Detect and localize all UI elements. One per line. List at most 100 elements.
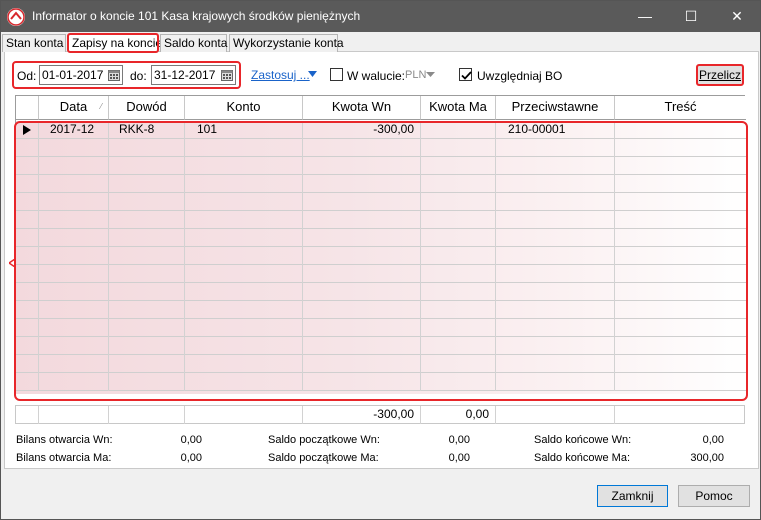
empty-cell <box>615 247 746 265</box>
chevron-down-icon[interactable] <box>426 72 435 77</box>
cell-przeciwstawne[interactable]: 210-00001 <box>496 121 615 139</box>
calendar-icon[interactable] <box>221 69 233 81</box>
bilans-wn-label: Bilans otwarcia Wn: <box>16 434 113 446</box>
bilans-ma-label: Bilans otwarcia Ma: <box>16 452 112 464</box>
empty-cell <box>39 301 109 319</box>
window-title: Informator o koncie 101 Kasa krajowych ś… <box>32 9 361 23</box>
empty-cell <box>496 283 615 301</box>
cell-dowod[interactable]: RKK-8 <box>109 121 185 139</box>
empty-cell <box>109 337 185 355</box>
cell-konto[interactable]: 101 <box>185 121 303 139</box>
empty-cell <box>421 355 496 373</box>
empty-cell <box>303 373 421 391</box>
empty-cell <box>109 355 185 373</box>
recalculate-button[interactable]: Przelicz <box>696 64 744 86</box>
empty-cell <box>303 265 421 283</box>
empty-cell <box>185 283 303 301</box>
empty-cell <box>39 175 109 193</box>
empty-cell <box>185 247 303 265</box>
empty-cell <box>421 193 496 211</box>
empty-cell <box>185 229 303 247</box>
empty-cell <box>615 319 746 337</box>
empty-cell <box>303 247 421 265</box>
column-header-tresc[interactable]: Treść <box>615 96 746 120</box>
cell-tresc[interactable] <box>615 121 746 139</box>
chevron-down-icon[interactable] <box>308 71 317 77</box>
empty-cell <box>303 337 421 355</box>
empty-cell <box>185 373 303 391</box>
column-header-przeciwstawne[interactable]: Przeciwstawne <box>496 96 615 120</box>
empty-cell <box>16 139 39 157</box>
empty-cell <box>39 319 109 337</box>
empty-cell <box>39 355 109 373</box>
empty-cell <box>39 211 109 229</box>
empty-cell <box>185 319 303 337</box>
empty-cell <box>185 355 303 373</box>
empty-cell <box>421 229 496 247</box>
empty-cell <box>16 355 39 373</box>
empty-cell <box>615 337 746 355</box>
include-bo-checkbox[interactable] <box>459 68 472 81</box>
column-header-data[interactable]: Data ⁄ <box>39 96 109 120</box>
saldo-pocz-wn-value: 0,00 <box>448 434 470 446</box>
empty-row <box>16 157 746 175</box>
close-button[interactable]: Zamknij <box>597 485 668 507</box>
empty-cell <box>615 265 746 283</box>
date-from-field[interactable] <box>39 65 123 85</box>
totals-spacer <box>496 406 615 424</box>
table-row[interactable]: 2017-12 RKK-8 101 -300,00 210-00001 <box>16 121 746 139</box>
help-button[interactable]: Pomoc <box>678 485 750 507</box>
column-header-kwota-ma[interactable]: Kwota Ma <box>421 96 496 120</box>
empty-cell <box>39 157 109 175</box>
cell-kwota-wn[interactable]: -300,00 <box>303 121 421 139</box>
column-header-konto[interactable]: Konto <box>185 96 303 120</box>
empty-cell <box>39 229 109 247</box>
empty-cell <box>615 193 746 211</box>
empty-row <box>16 247 746 265</box>
empty-cell <box>185 301 303 319</box>
column-header-dowod[interactable]: Dowód <box>109 96 185 120</box>
empty-cell <box>496 157 615 175</box>
empty-cell <box>16 229 39 247</box>
tab-wykorzystanie-konta[interactable]: Wykorzystanie konta <box>229 34 344 52</box>
currency-select[interactable]: PLN <box>405 69 426 81</box>
empty-cell <box>615 301 746 319</box>
cell-kwota-ma[interactable] <box>421 121 496 139</box>
empty-row <box>16 319 746 337</box>
empty-cell <box>421 283 496 301</box>
tab-zapisy-na-koncie[interactable]: Zapisy na koncie <box>67 33 162 53</box>
saldo-pocz-ma-value: 0,00 <box>448 452 470 464</box>
empty-cell <box>421 175 496 193</box>
empty-cell <box>615 283 746 301</box>
empty-cell <box>185 139 303 157</box>
row-selector[interactable] <box>16 121 39 139</box>
empty-cell <box>496 211 615 229</box>
date-to-input[interactable] <box>154 68 220 82</box>
empty-cell <box>496 139 615 157</box>
empty-cell <box>303 139 421 157</box>
empty-cell <box>615 139 746 157</box>
empty-cell <box>496 373 615 391</box>
empty-cell <box>39 247 109 265</box>
empty-cell <box>421 373 496 391</box>
currency-checkbox[interactable] <box>330 68 343 81</box>
tab-saldo-konta[interactable]: Saldo konta <box>160 34 227 52</box>
empty-row <box>16 211 746 229</box>
maximize-button[interactable]: ☐ <box>668 1 714 32</box>
current-row-icon <box>23 125 31 135</box>
saldo-pocz-wn-label: Saldo początkowe Wn: <box>268 434 380 446</box>
empty-row <box>16 337 746 355</box>
close-window-button[interactable]: ✕ <box>714 1 760 32</box>
date-from-input[interactable] <box>42 68 108 82</box>
empty-cell <box>421 301 496 319</box>
empty-cell <box>39 283 109 301</box>
date-to-field[interactable] <box>151 65 236 85</box>
calendar-icon[interactable] <box>108 69 120 81</box>
saldo-konc-wn-label: Saldo końcowe Wn: <box>534 434 632 446</box>
column-header-kwota-wn[interactable]: Kwota Wn <box>303 96 421 120</box>
apply-filter-link[interactable]: Zastosuj ... <box>251 68 310 82</box>
minimize-button[interactable]: — <box>622 1 668 32</box>
tab-stan-konta[interactable]: Stan konta <box>2 34 66 52</box>
cell-data[interactable]: 2017-12 <box>39 121 109 139</box>
empty-cell <box>109 301 185 319</box>
